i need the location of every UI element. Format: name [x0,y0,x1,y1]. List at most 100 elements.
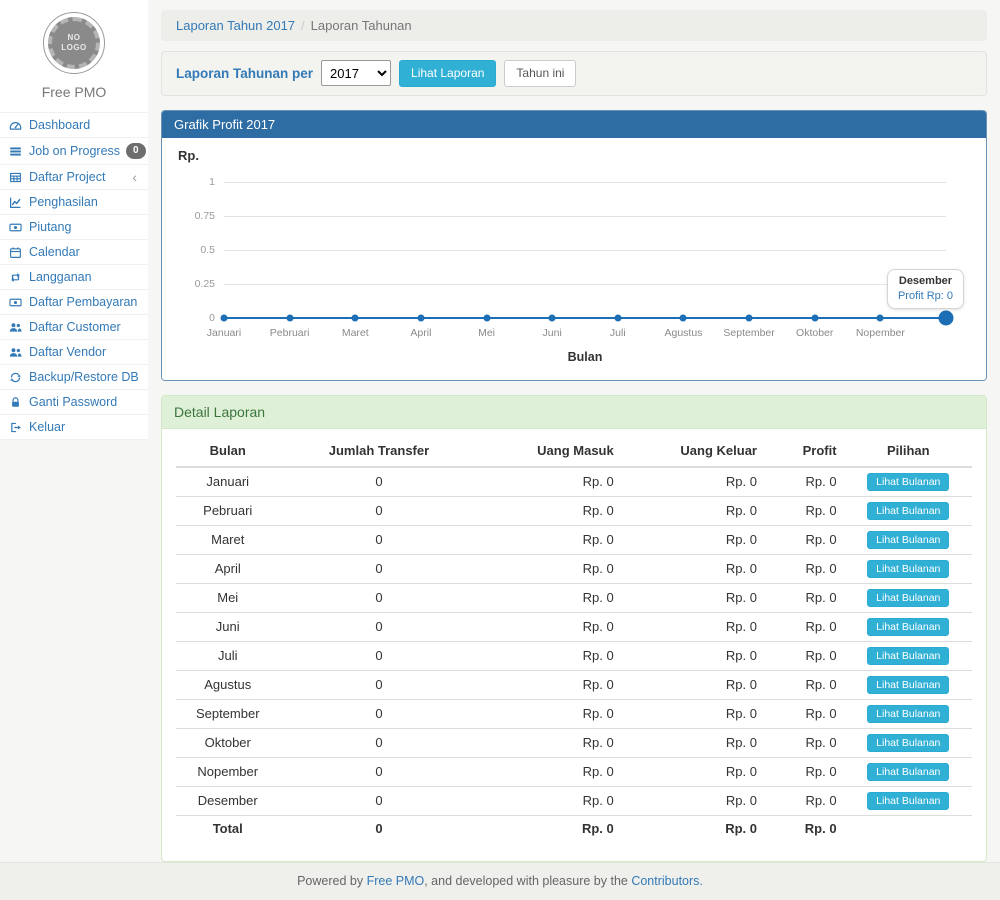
cell-bulan: Mei [176,583,279,612]
data-point-desember[interactable] [939,310,954,325]
y-tick-label: 0 [175,312,215,324]
cell-bulan: Juli [176,641,279,670]
data-point-januari[interactable] [221,314,228,321]
sidebar-item-calendar[interactable]: Calendar [0,239,148,264]
cell-pilihan: Lihat Bulanan [845,786,972,815]
main-content: Laporan Tahun 2017/Laporan Tahunan Lapor… [148,0,1000,862]
lihat-laporan-button[interactable]: Lihat Laporan [399,60,496,87]
cell-bulan: Januari [176,467,279,497]
sidebar-item-piutang[interactable]: Piutang [0,214,148,239]
free-pmo-link[interactable]: Free PMO [367,874,425,888]
cell-bulan: Juni [176,612,279,641]
table-row: Januari0Rp. 0Rp. 0Rp. 0Lihat Bulanan [176,467,972,497]
cell-uang-keluar: Rp. 0 [622,554,765,583]
sidebar-item-keluar[interactable]: Keluar [0,414,148,439]
sidebar-item-penghasilan[interactable]: Penghasilan [0,189,148,214]
sidebar-item-daftar-project[interactable]: Daftar Project ‹ [0,164,148,189]
lihat-bulanan-button[interactable]: Lihat Bulanan [867,792,949,810]
y-axis-title: Rp. [178,148,199,163]
sidebar-item-dashboard[interactable]: Dashboard [0,112,148,137]
cell-pilihan: Lihat Bulanan [845,612,972,641]
lihat-bulanan-button[interactable]: Lihat Bulanan [867,676,949,694]
lihat-bulanan-button[interactable]: Lihat Bulanan [867,734,949,752]
data-point-nopember[interactable] [877,314,884,321]
cell-uang-keluar: Rp. 0 [622,728,765,757]
lihat-bulanan-button[interactable]: Lihat Bulanan [867,560,949,578]
cell-bulan: Oktober [176,728,279,757]
lihat-bulanan-button[interactable]: Lihat Bulanan [867,763,949,781]
sidebar-item-label: Daftar Customer [29,320,139,334]
data-point-oktober[interactable] [811,314,818,321]
cell-uang-masuk: Rp. 0 [478,786,621,815]
lihat-bulanan-button[interactable]: Lihat Bulanan [867,618,949,636]
lihat-bulanan-button[interactable]: Lihat Bulanan [867,589,949,607]
footer-text: , and developed with pleasure by the [424,874,631,888]
cell-uang-masuk: Rp. 0 [478,583,621,612]
data-point-mei[interactable] [483,314,490,321]
x-tick-label: April [410,327,431,339]
data-point-agustus[interactable] [680,314,687,321]
breadcrumb: Laporan Tahun 2017/Laporan Tahunan [161,10,987,41]
detail-panel-body: Bulan Jumlah Transfer Uang Masuk Uang Ke… [162,429,986,861]
report-table: Bulan Jumlah Transfer Uang Masuk Uang Ke… [176,435,972,841]
sidebar-item-label: Backup/Restore DB [29,370,139,384]
cell-profit: Rp. 0 [765,728,845,757]
col-header-jumlah-transfer: Jumlah Transfer [279,435,478,467]
table-row: Agustus0Rp. 0Rp. 0Rp. 0Lihat Bulanan [176,670,972,699]
cell-uang-masuk: Rp. 0 [478,641,621,670]
data-point-april[interactable] [417,314,424,321]
lihat-bulanan-button[interactable]: Lihat Bulanan [867,502,949,520]
calendar-icon [9,246,23,259]
no-logo-text: NO LOGO [59,33,89,54]
cell-pilihan: Lihat Bulanan [845,757,972,786]
cell-uang-masuk: Rp. 0 [478,757,621,786]
data-point-maret[interactable] [352,314,359,321]
data-point-juni[interactable] [549,314,556,321]
detail-laporan-panel: Detail Laporan Bulan Jumlah Transfer Uan… [161,395,987,862]
sidebar-item-daftar-vendor[interactable]: Daftar Vendor [0,339,148,364]
y-tick-label: 0.5 [175,244,215,256]
breadcrumb-link-laporan-tahun[interactable]: Laporan Tahun 2017 [176,18,295,33]
profit-chart: Rp. 10.750.50.250 Bulan Desember Profit … [162,138,986,380]
year-select[interactable]: 2017 [321,60,391,86]
cell-profit: Rp. 0 [765,786,845,815]
money-icon [9,221,23,234]
sidebar-item-langganan[interactable]: Langganan [0,264,148,289]
line-chart-icon [9,196,23,209]
sidebar-item-daftar-customer[interactable]: Daftar Customer [0,314,148,339]
cell-uang-keluar: Rp. 0 [622,467,765,497]
cell-pilihan: Lihat Bulanan [845,699,972,728]
lihat-bulanan-button[interactable]: Lihat Bulanan [867,705,949,723]
sidebar-item-label: Daftar Project [29,170,126,184]
sidebar-item-backup-restore-db[interactable]: Backup/Restore DB [0,364,148,389]
x-tick-label: Juni [543,327,562,339]
sidebar-item-job-on-progress[interactable]: Job on Progress 0 [0,137,148,164]
page: NO LOGO Free PMO Dashboard Job on Progre… [0,0,1000,862]
cell-profit: Rp. 0 [765,757,845,786]
sidebar-item-label: Piutang [29,220,139,234]
col-header-bulan: Bulan [176,435,279,467]
tooltip-title: Desember [898,275,953,287]
lihat-bulanan-button[interactable]: Lihat Bulanan [867,531,949,549]
money-icon [9,296,23,309]
lihat-bulanan-button[interactable]: Lihat Bulanan [867,647,949,665]
data-point-pebruari[interactable] [286,314,293,321]
no-logo-badge: NO LOGO [43,12,105,74]
sidebar-item-daftar-pembayaran[interactable]: Daftar Pembayaran [0,289,148,314]
report-filter-bar: Laporan Tahunan per 2017 Lihat Laporan T… [161,51,987,96]
table-row: Desember0Rp. 0Rp. 0Rp. 0Lihat Bulanan [176,786,972,815]
sidebar-item-label: Calendar [29,245,139,259]
tahun-ini-button[interactable]: Tahun ini [504,60,576,87]
sidebar-item-ganti-password[interactable]: Ganti Password [0,389,148,414]
lihat-bulanan-button[interactable]: Lihat Bulanan [867,473,949,491]
x-tick-label: Nopember [856,327,905,339]
cell-uang-masuk: Rp. 0 [478,815,621,841]
x-tick-label: Pebruari [270,327,310,339]
data-point-juli[interactable] [614,314,621,321]
contributors-link[interactable]: Contributors. [631,874,703,888]
filter-label: Laporan Tahunan per [176,66,313,81]
col-header-pilihan: Pilihan [845,435,972,467]
table-total-row: Total0Rp. 0Rp. 0Rp. 0 [176,815,972,841]
cell-jumlah-transfer: 0 [279,786,478,815]
data-point-september[interactable] [746,314,753,321]
